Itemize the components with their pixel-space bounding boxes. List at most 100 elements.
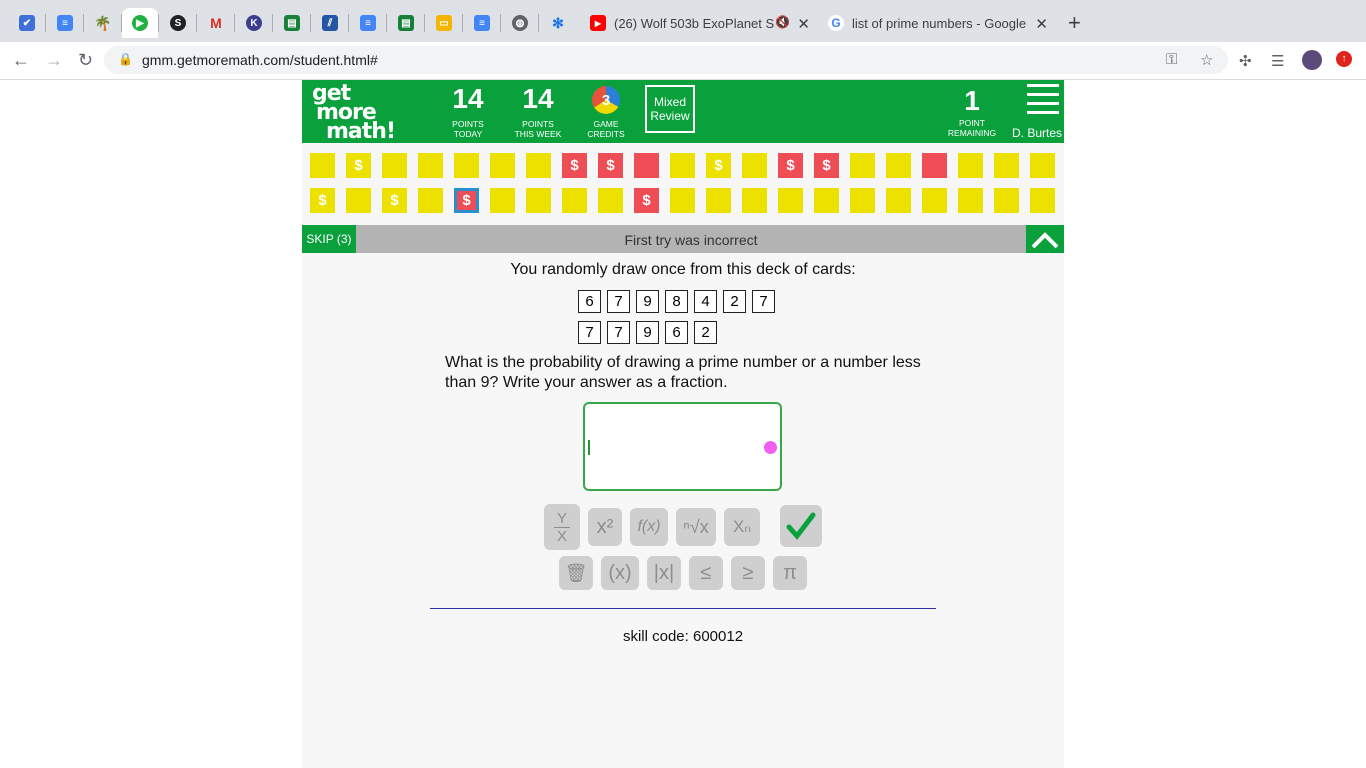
progress-box [670, 188, 695, 213]
points-this-week: 14 POINTS THIS WEEK [514, 83, 562, 139]
playing-card: 8 [665, 290, 688, 313]
playing-card: 7 [607, 321, 630, 344]
pinned-tab[interactable]: ✻ [540, 8, 576, 38]
close-tab-icon[interactable]: ✕ [1035, 15, 1048, 33]
progress-box [886, 153, 911, 178]
progress-row-1: $ $ $ $ $ $ [302, 153, 1064, 179]
progress-box: $ [310, 188, 335, 213]
progress-box: $ [454, 188, 479, 213]
url-text: gmm.getmoremath.com/student.html# [142, 52, 378, 68]
progress-box [310, 153, 335, 178]
less-equal-button[interactable]: ≤ [689, 556, 723, 590]
speaker-muted-icon[interactable]: 🔇 [775, 15, 790, 29]
pinned-tab[interactable]: M [198, 8, 235, 38]
username[interactable]: D. Burtes [1012, 126, 1062, 140]
progress-box [778, 188, 803, 213]
progress-box [886, 188, 911, 213]
back-arrow-icon[interactable]: ← [12, 50, 30, 70]
answer-input[interactable] [583, 402, 782, 491]
divider-line [430, 608, 936, 609]
parentheses-button[interactable]: (x) [601, 556, 639, 590]
snowflake-icon: ✻ [552, 14, 564, 31]
progress-box: $ [598, 153, 623, 178]
progress-row-2: $ $ $ $ [302, 188, 1064, 214]
gmail-icon: M [210, 15, 222, 31]
extensions-puzzle-icon[interactable]: ✣ [1239, 52, 1252, 70]
playing-card: 6 [578, 290, 601, 313]
classroom-icon: ▤ [398, 15, 414, 31]
close-tab-icon[interactable]: ✕ [797, 15, 810, 33]
game-credits-icon: 3 [592, 86, 620, 114]
progress-box [490, 188, 515, 213]
playing-card: 9 [636, 290, 659, 313]
pinned-tab[interactable]: ≡ [47, 8, 84, 38]
bookmark-star-icon[interactable]: ☆ [1200, 51, 1213, 69]
progress-box [742, 153, 767, 178]
progress-box [490, 153, 515, 178]
question-prompt: You randomly draw once from this deck of… [510, 261, 856, 278]
progress-box: $ [814, 153, 839, 178]
progress-box: $ [382, 188, 407, 213]
function-button[interactable]: f(x) [630, 508, 668, 546]
browser-toolbar: ← → ↻ 🔒 gmm.getmoremath.com/student.html… [0, 42, 1366, 80]
skip-button[interactable]: SKIP (3) [302, 225, 356, 253]
progress-box: $ [778, 153, 803, 178]
trash-clear-button[interactable]: 🗑 [559, 556, 593, 590]
card-deck-row-2: 77962 [578, 321, 723, 344]
progress-box [814, 188, 839, 213]
pinned-tab[interactable]: ≡ [350, 8, 387, 38]
progress-box [346, 188, 371, 213]
progress-box: $ [706, 153, 731, 178]
progress-box [706, 188, 731, 213]
fraction-button[interactable]: YX [544, 504, 580, 550]
root-button[interactable]: ⁿ√x [676, 508, 716, 546]
pinned-tab[interactable]: ◍ [502, 8, 539, 38]
points-today: 14 POINTS TODAY [452, 83, 484, 139]
pinned-tab[interactable]: ✔ [9, 8, 46, 38]
key-icon[interactable]: ⚿ [1166, 51, 1177, 68]
tab-title: (26) Wolf 503b ExoPlanet S [614, 15, 774, 31]
progress-box: $ [346, 153, 371, 178]
new-tab-plus-icon[interactable]: + [1068, 12, 1081, 34]
submit-check-button[interactable] [780, 505, 822, 547]
progress-box [922, 188, 947, 213]
reload-icon[interactable]: ↻ [78, 50, 93, 70]
pinned-tab[interactable]: ≡ [464, 8, 501, 38]
playing-card: 2 [723, 290, 746, 313]
tab-google-search[interactable]: G list of prime numbers - Google ✕ [820, 8, 1056, 38]
profile-avatar[interactable] [1302, 50, 1322, 70]
gmm-logo[interactable]: get more math! [312, 83, 396, 143]
menu-hamburger-icon[interactable] [1027, 84, 1059, 120]
gmm-header: get more math! 14 POINTS TODAY 14 POINTS T… [302, 80, 1064, 143]
playing-card: 2 [694, 321, 717, 344]
progress-box [850, 188, 875, 213]
playing-card: 6 [665, 321, 688, 344]
absolute-value-button[interactable]: |x| [647, 556, 681, 590]
pinned-tab[interactable]: ▭ [426, 8, 463, 38]
pinned-tab[interactable]: S [160, 8, 197, 38]
extension-red-icon[interactable]: ↑ [1336, 51, 1352, 67]
docs-icon: ≡ [57, 15, 73, 31]
pinned-tab[interactable]: ⫽ [312, 8, 349, 38]
pinned-tab[interactable]: ▤ [388, 8, 425, 38]
playing-card: 7 [607, 290, 630, 313]
media-queue-icon[interactable]: ☰ [1271, 52, 1284, 70]
pi-button[interactable]: π [773, 556, 807, 590]
classroom-icon: ▤ [284, 15, 300, 31]
subscript-button[interactable]: Xₙ [724, 508, 760, 546]
mixed-review-button[interactable]: Mixed Review [645, 85, 695, 133]
pinned-tab[interactable]: ▤ [274, 8, 311, 38]
pinned-tab[interactable]: K [236, 8, 273, 38]
greater-equal-button[interactable]: ≥ [731, 556, 765, 590]
pinned-tab[interactable]: ▶ [122, 8, 159, 38]
forward-arrow-icon[interactable]: → [45, 50, 63, 70]
card-deck-row-1: 6798427 [578, 290, 781, 313]
checkmark-icon [786, 512, 816, 540]
pinned-tab[interactable]: 🌴 [85, 8, 122, 38]
tab-youtube[interactable]: ▶ (26) Wolf 503b ExoPlanet S 🔇 ✕ [582, 8, 818, 38]
address-bar[interactable]: 🔒 gmm.getmoremath.com/student.html# ⚿ ☆ [104, 46, 1228, 74]
shield-check-icon: ✔ [19, 15, 35, 31]
collapse-up-chevron-icon[interactable] [1026, 225, 1064, 253]
game-credits[interactable]: 3 GAME CREDITS [585, 82, 627, 139]
exponent-button[interactable]: x² [588, 508, 622, 546]
